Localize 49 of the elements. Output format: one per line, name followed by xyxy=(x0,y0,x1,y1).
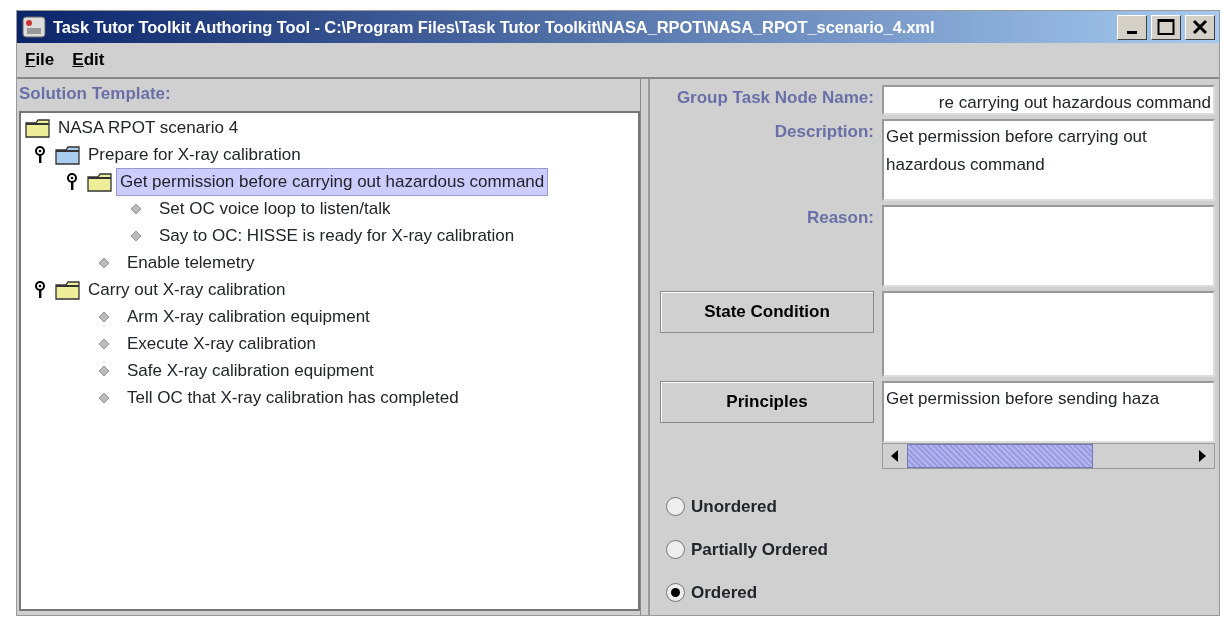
tree-node[interactable]: Get permission before carrying out hazardous command xyxy=(116,168,549,196)
window-title: Task Tutor Toolkit Authoring Tool - C:\Program Files\Task Tutor Toolkit\NASA_RPOT\NASA_RPOT_scenario_4.xml xyxy=(53,16,936,38)
panel-heading: Solution Template: xyxy=(18,83,172,105)
minimize-icon xyxy=(1127,31,1137,34)
leaf-icon xyxy=(98,311,110,323)
tree-view[interactable] xyxy=(19,110,640,611)
leaf-icon xyxy=(98,338,110,350)
text-field[interactable]: Get permission before sending haza xyxy=(882,381,1215,443)
tree-node[interactable]: Prepare for X-ray calibration xyxy=(84,141,305,169)
expanded-handle-icon[interactable] xyxy=(34,146,46,164)
text-field[interactable]: re carrying out hazardous command xyxy=(882,85,1215,115)
app-icon xyxy=(21,14,47,40)
field-label: Reason: xyxy=(806,207,874,229)
field-label: Description: xyxy=(774,121,874,143)
horizontal-scrollbar[interactable] xyxy=(882,443,1215,469)
expanded-handle-icon[interactable] xyxy=(66,173,78,191)
minimize-button[interactable] xyxy=(1117,14,1147,40)
leaf-icon xyxy=(98,392,110,404)
radio-button[interactable]: Unordered xyxy=(658,485,1215,528)
close-icon xyxy=(1192,19,1208,35)
radio-button[interactable]: Partially Ordered xyxy=(658,528,1215,571)
close-button[interactable] xyxy=(1185,14,1215,40)
tree-node[interactable]: Set OC voice loop to listen/talk xyxy=(155,195,395,223)
maximize-button[interactable] xyxy=(1151,14,1181,40)
tree-node[interactable]: Enable telemetry xyxy=(123,249,259,277)
leaf-icon xyxy=(98,257,110,269)
leaf-icon xyxy=(130,230,142,242)
text-field[interactable] xyxy=(882,291,1215,377)
radio-button[interactable]: Ordered xyxy=(658,571,1215,614)
tree-node[interactable]: Carry out X-ray calibration xyxy=(84,276,290,304)
expanded-handle-icon[interactable] xyxy=(34,281,46,299)
leaf-icon xyxy=(98,365,110,377)
tree-node[interactable]: Safe X-ray calibration equipment xyxy=(123,357,378,385)
action-button[interactable]: State Condition xyxy=(660,291,874,333)
tree-node[interactable]: Execute X-ray calibration xyxy=(123,330,320,358)
menu-item[interactable]: Edit xyxy=(72,47,105,73)
text-field[interactable]: Get permission before carrying out hazardous command xyxy=(882,119,1215,201)
menu-item[interactable]: File xyxy=(25,47,55,73)
tree-node[interactable]: NASA RPOT scenario 4 xyxy=(54,114,243,142)
tree-node[interactable]: Tell OC that X-ray calibration has completed xyxy=(123,384,463,412)
field-label: Group Task Node Name: xyxy=(676,87,874,109)
action-button[interactable]: Principles xyxy=(660,381,874,423)
text-field[interactable] xyxy=(882,205,1215,287)
tree-node[interactable]: Say to OC: HISSE is ready for X-ray calibration xyxy=(155,222,519,250)
splitter-handle[interactable] xyxy=(640,79,650,615)
leaf-icon xyxy=(130,203,142,215)
maximize-icon xyxy=(1157,18,1175,36)
scrollbar-thumb[interactable] xyxy=(907,444,1093,468)
tree-node[interactable]: Arm X-ray calibration equipment xyxy=(123,303,374,331)
